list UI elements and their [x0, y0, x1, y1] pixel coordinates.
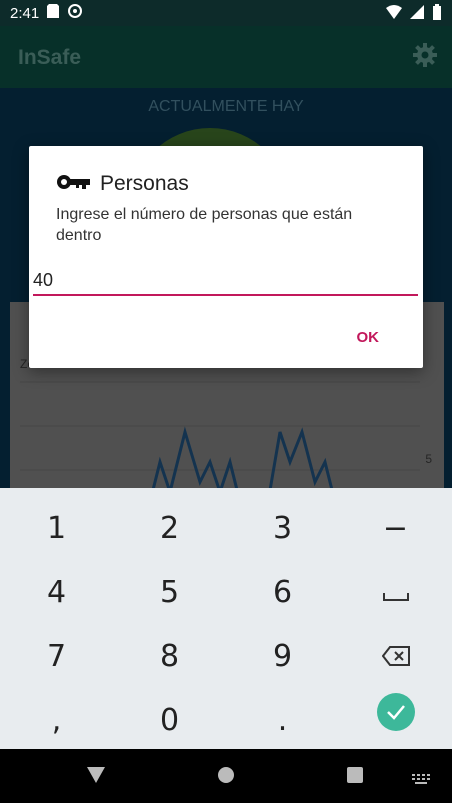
space-icon — [382, 575, 409, 610]
battery-icon — [432, 4, 442, 24]
sd-card-icon — [47, 4, 60, 22]
navigation-bar — [0, 749, 452, 803]
status-bar: 2:41 — [0, 0, 452, 26]
key-period[interactable]: . — [226, 688, 339, 752]
backspace-key[interactable] — [339, 624, 452, 688]
key-5[interactable]: 5 — [113, 560, 226, 624]
recents-icon[interactable] — [347, 767, 363, 788]
personas-dialog: Personas Ingrese el número de personas q… — [29, 146, 423, 368]
key-icon — [56, 173, 90, 196]
enter-key[interactable] — [339, 680, 452, 744]
key-comma[interactable]: , — [0, 688, 113, 752]
numeric-keyboard: 1 2 3 − 4 5 6 7 8 9 , 0 . — [0, 488, 452, 749]
key-4[interactable]: 4 — [0, 560, 113, 624]
key-minus[interactable]: − — [339, 496, 452, 560]
key-3[interactable]: 3 — [226, 496, 339, 560]
dialog-title: Personas — [100, 172, 189, 195]
key-6[interactable]: 6 — [226, 560, 339, 624]
key-1[interactable]: 1 — [0, 496, 113, 560]
ok-button[interactable]: OK — [351, 328, 386, 347]
dialog-message: Ingrese el número de personas que están … — [56, 206, 353, 244]
dialog-header: Personas — [56, 172, 189, 196]
home-icon[interactable] — [218, 767, 234, 788]
sync-icon — [67, 3, 83, 23]
key-7[interactable]: 7 — [0, 624, 113, 688]
key-8[interactable]: 8 — [113, 624, 226, 688]
key-2[interactable]: 2 — [113, 496, 226, 560]
status-time: 2:41 — [10, 4, 40, 22]
personas-input[interactable] — [33, 266, 418, 296]
wifi-icon — [386, 5, 402, 23]
signal-icon — [410, 5, 424, 23]
key-0[interactable]: 0 — [113, 688, 226, 752]
backspace-icon — [381, 639, 410, 674]
check-icon — [376, 693, 415, 731]
keyboard-switch-icon[interactable] — [412, 771, 430, 789]
back-icon[interactable] — [87, 767, 105, 788]
space-key[interactable] — [339, 560, 452, 624]
key-9[interactable]: 9 — [226, 624, 339, 688]
